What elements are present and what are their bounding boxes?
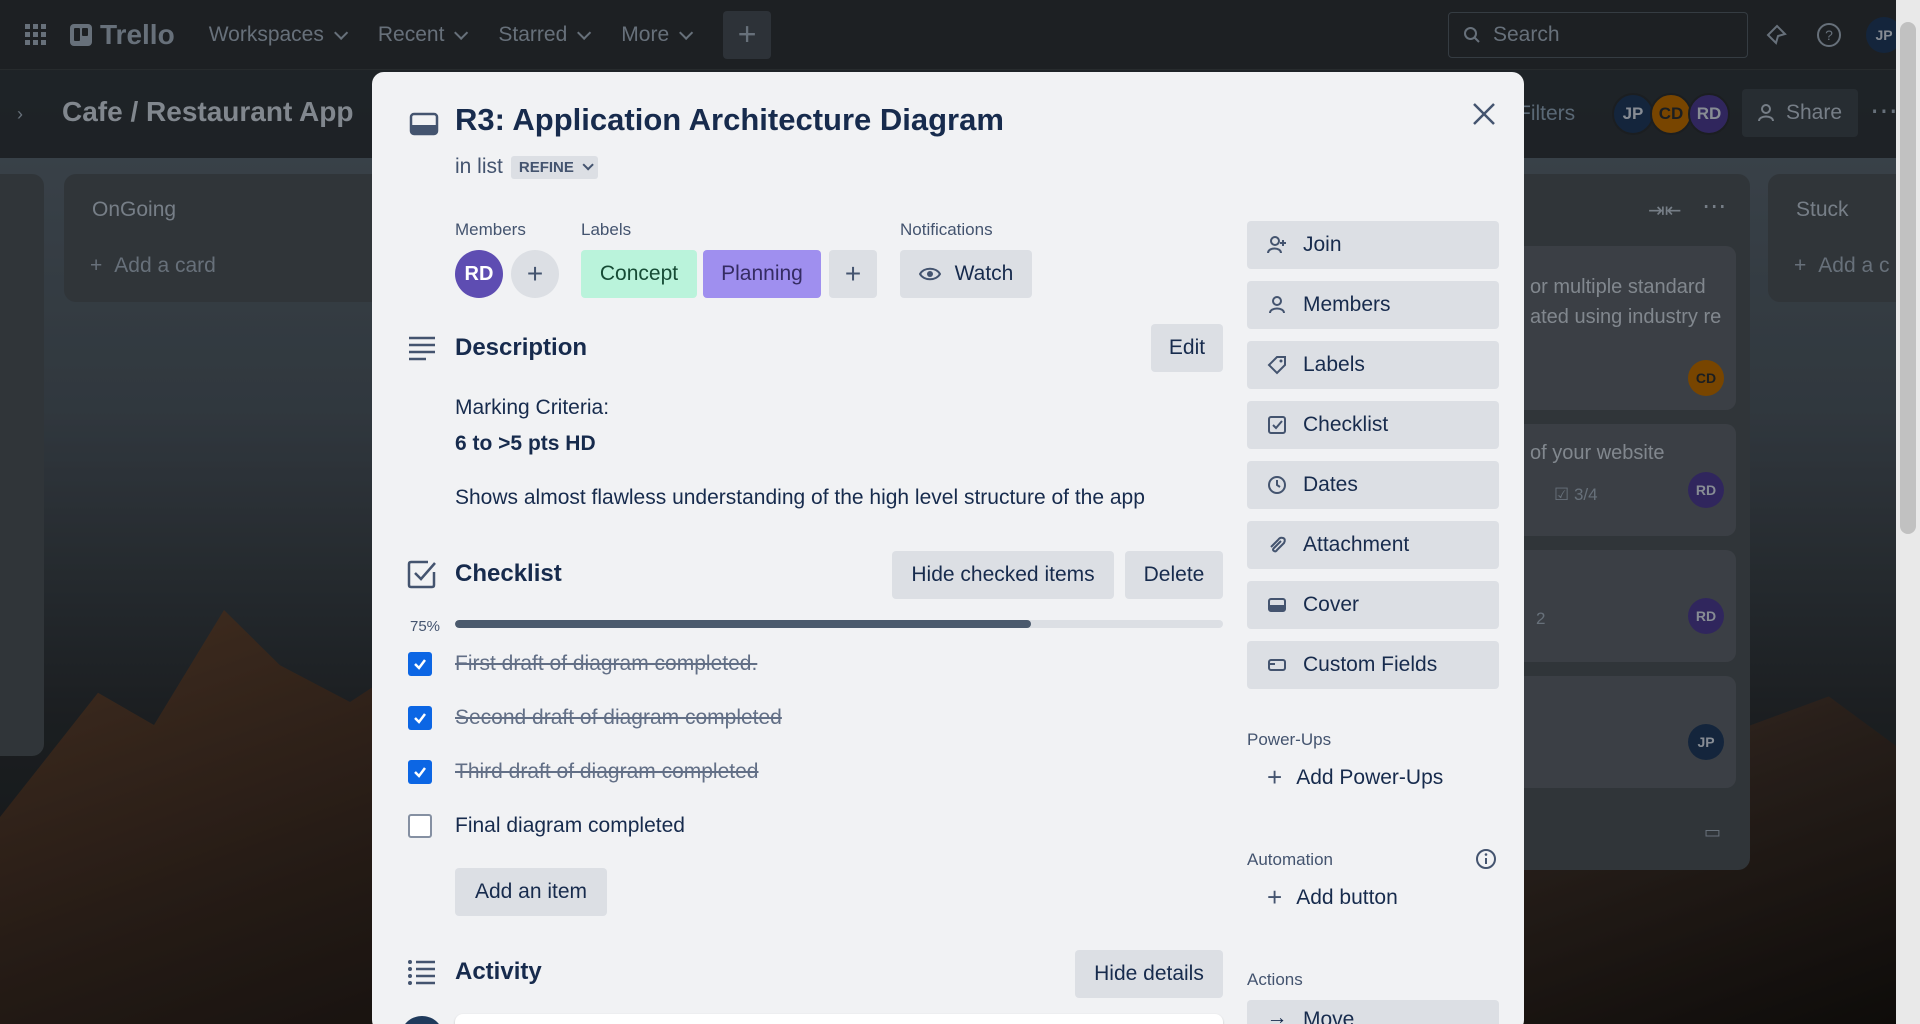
- attachment-button[interactable]: Attachment: [1247, 521, 1499, 569]
- description-line: Shows almost flawless understanding of t…: [455, 486, 1145, 509]
- arrow-right-icon: →: [1266, 1006, 1288, 1024]
- labels-label: Labels: [581, 220, 632, 239]
- cover-button[interactable]: Cover: [1247, 581, 1499, 629]
- actions-heading: Actions: [1247, 970, 1303, 989]
- card-icon: [409, 112, 439, 136]
- plus-icon: +: [1267, 762, 1283, 792]
- plus-icon: +: [526, 258, 544, 289]
- description-title: Description: [455, 334, 588, 361]
- eye-icon: [918, 267, 941, 281]
- clock-icon: [1267, 475, 1287, 495]
- label-chip[interactable]: Planning: [703, 250, 821, 298]
- label-chip[interactable]: Concept: [581, 250, 697, 298]
- person-add-icon: [1267, 235, 1287, 255]
- checklist-progress-bar: [455, 620, 1223, 628]
- delete-checklist-button[interactable]: Delete: [1125, 551, 1223, 599]
- powerups-heading: Power-Ups: [1247, 730, 1332, 749]
- progress-fill: [455, 620, 1031, 628]
- checkmark-icon: [414, 767, 426, 778]
- labels-button[interactable]: Labels: [1247, 341, 1499, 389]
- activity-icon: [408, 960, 435, 985]
- user-avatar: [400, 1016, 444, 1024]
- description-icon: [409, 336, 435, 361]
- add-item-button[interactable]: Add an item: [455, 868, 607, 916]
- automation-heading: Automation: [1247, 850, 1333, 869]
- checklist-checkbox[interactable]: [408, 760, 432, 784]
- add-powerups-button[interactable]: + Add Power-Ups: [1267, 762, 1443, 793]
- activity-title: Activity: [455, 958, 542, 985]
- tag-icon: [1267, 355, 1287, 375]
- members-button[interactable]: Members: [1247, 281, 1499, 329]
- add-label-button[interactable]: +: [829, 250, 877, 298]
- checklist-item-text[interactable]: Third draft of diagram completed: [455, 760, 758, 784]
- checkmark-icon: [414, 713, 426, 724]
- checklist-icon: [407, 560, 436, 589]
- edit-description-button[interactable]: Edit: [1151, 324, 1223, 372]
- hide-details-button[interactable]: Hide details: [1075, 950, 1223, 998]
- add-automation-button[interactable]: + Add button: [1267, 882, 1398, 913]
- checklist-checkbox[interactable]: [408, 652, 432, 676]
- checklist-title: Checklist: [455, 560, 562, 587]
- card-detail-modal: R3: Application Architecture Diagram in …: [372, 72, 1524, 1024]
- close-icon[interactable]: [1462, 92, 1506, 136]
- notifications-label: Notifications: [900, 220, 993, 239]
- move-button[interactable]: → Move: [1247, 1000, 1499, 1024]
- checklist-item-text[interactable]: First draft of diagram completed.: [455, 652, 757, 676]
- checklist-item-text[interactable]: Final diagram completed: [455, 814, 685, 838]
- description-line: Marking Criteria:: [455, 396, 610, 419]
- custom-fields-icon: [1267, 655, 1287, 675]
- progress-percent: 75%: [410, 618, 441, 635]
- hide-checked-items-button[interactable]: Hide checked items: [892, 551, 1114, 599]
- checklist-item-text[interactable]: Second draft of diagram completed: [455, 706, 782, 730]
- checklist-checkbox[interactable]: [408, 706, 432, 730]
- info-icon[interactable]: [1475, 848, 1497, 875]
- dates-button[interactable]: Dates: [1247, 461, 1499, 509]
- in-list-row: in list REFINE: [455, 155, 598, 179]
- plus-icon: +: [1267, 882, 1283, 912]
- members-label: Members: [455, 220, 526, 239]
- checkmark-icon: [414, 659, 426, 670]
- card-title[interactable]: R3: Application Architecture Diagram: [455, 102, 1004, 138]
- person-icon: [1267, 295, 1287, 315]
- paperclip-icon: [1267, 535, 1287, 555]
- page-scrollbar-thumb[interactable]: [1900, 22, 1916, 534]
- description-line: 6 to >5 pts HD: [455, 432, 596, 455]
- checkbox-icon: [1267, 415, 1287, 435]
- watch-button[interactable]: Watch: [900, 250, 1032, 298]
- member-avatar[interactable]: RD: [455, 250, 503, 298]
- plus-icon: +: [844, 258, 862, 289]
- comment-input[interactable]: [455, 1014, 1223, 1024]
- checklist-button[interactable]: Checklist: [1247, 401, 1499, 449]
- chevron-down-icon: [582, 159, 594, 171]
- custom-fields-button[interactable]: Custom Fields: [1247, 641, 1499, 689]
- cover-icon: [1267, 595, 1287, 615]
- add-member-button[interactable]: +: [511, 250, 559, 298]
- checklist-checkbox[interactable]: [408, 814, 432, 838]
- join-button[interactable]: Join: [1247, 221, 1499, 269]
- list-name-button[interactable]: REFINE: [510, 155, 598, 179]
